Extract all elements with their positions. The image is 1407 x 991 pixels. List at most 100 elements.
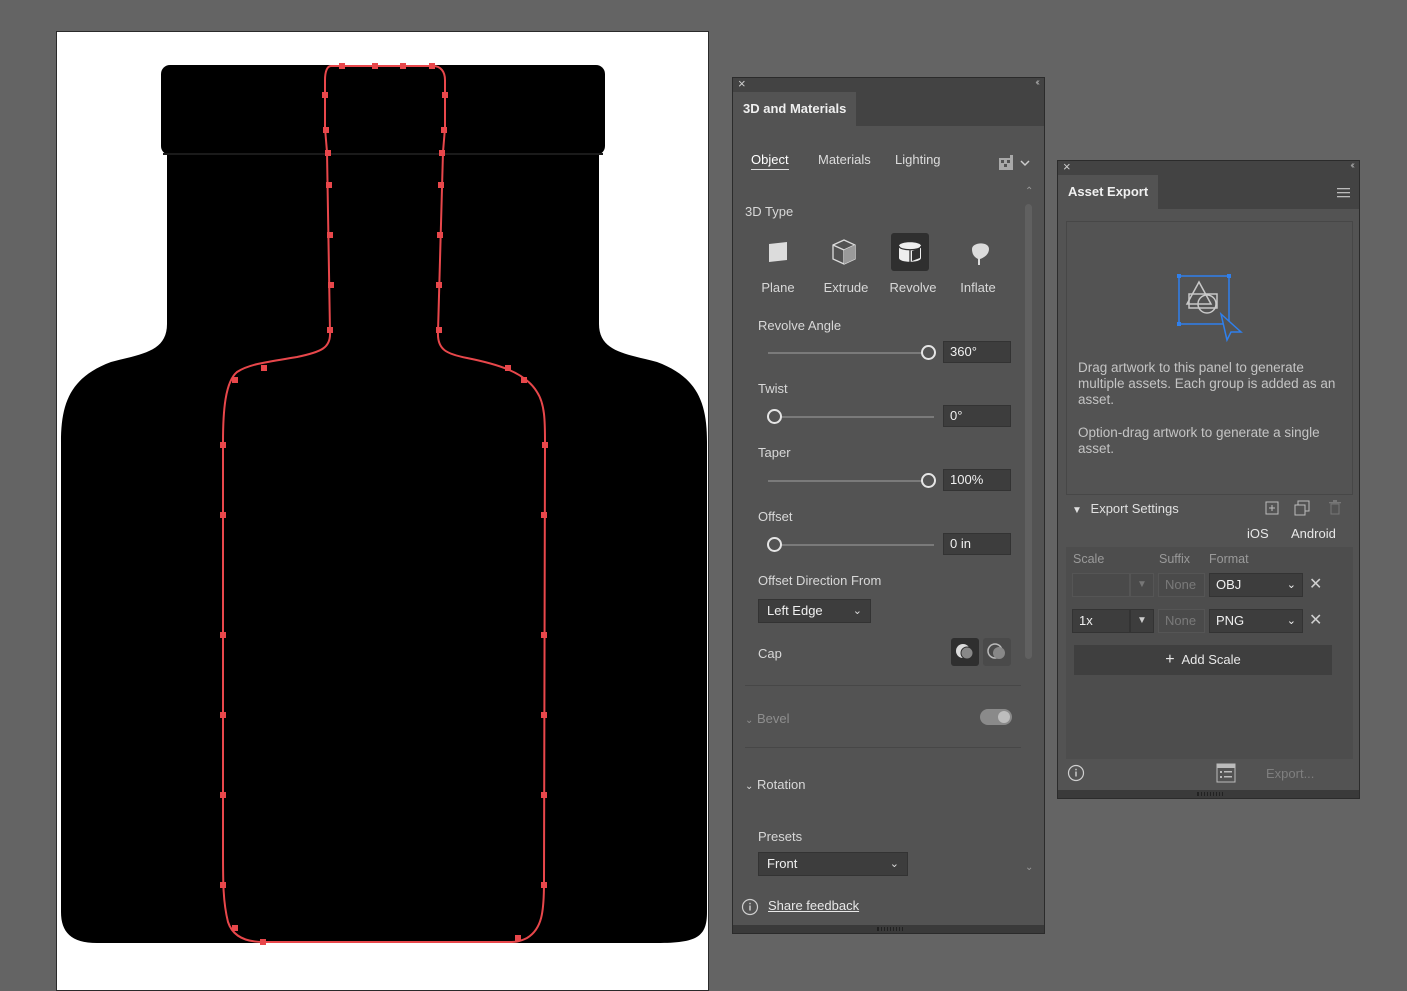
collapse-icon[interactable]: ‹‹ <box>1035 77 1039 88</box>
bevel-section[interactable]: ⌄ Bevel <box>745 711 790 726</box>
close-icon[interactable]: × <box>1063 159 1071 174</box>
plane-button[interactable] <box>759 233 797 271</box>
asset-drop-zone[interactable]: Drag artwork to this panel to generate m… <box>1066 221 1353 495</box>
plus-icon: + <box>1165 651 1175 668</box>
revolve-angle-slider[interactable] <box>768 352 928 354</box>
add-scale-label: Add Scale <box>1181 652 1241 667</box>
extrude-button[interactable] <box>825 233 863 271</box>
add-asset-icon[interactable] <box>1265 501 1279 515</box>
tab-strip: Asset Export <box>1058 175 1359 209</box>
subtab-object[interactable]: Object <box>751 152 789 170</box>
format-dropdown[interactable]: PNG ⌄ <box>1209 609 1303 633</box>
twist-label: Twist <box>758 381 788 396</box>
offset-slider[interactable] <box>768 544 934 546</box>
add-scale-button[interactable]: + Add Scale <box>1074 645 1332 675</box>
scale-dropdown[interactable]: ▼ <box>1130 573 1154 597</box>
plane-icon <box>769 242 787 262</box>
panel-header: × ‹‹ <box>733 76 1044 92</box>
menu-icon[interactable] <box>1337 187 1351 199</box>
format-dropdown[interactable]: OBJ ⌄ <box>1209 573 1303 597</box>
export-settings-header[interactable]: ▼ Export Settings <box>1072 501 1179 516</box>
chevron-down-icon: ⌄ <box>1286 615 1296 627</box>
3d-type-label: 3D Type <box>745 204 794 219</box>
offset-input[interactable]: 0 in <box>943 533 1011 555</box>
scale-input[interactable]: 1x <box>1072 609 1130 633</box>
revolve-angle-label: Revolve Angle <box>758 318 842 333</box>
suffix-input[interactable]: None <box>1158 609 1205 633</box>
rotation-section[interactable]: ⌄ Rotation <box>745 777 805 792</box>
presets-value: Front <box>767 856 798 871</box>
scale-column-header: Scale <box>1073 552 1105 566</box>
taper-slider[interactable] <box>768 480 928 482</box>
twist-slider[interactable] <box>768 416 934 418</box>
tab-strip: 3D and Materials <box>733 92 1044 126</box>
bottle-cap <box>161 65 605 155</box>
chevron-down-icon: ⌄ <box>1286 579 1296 591</box>
offset-knob[interactable] <box>767 537 782 552</box>
collapse-icon[interactable]: ‹‹ <box>1350 160 1354 171</box>
taper-input[interactable]: 100% <box>943 469 1011 491</box>
twist-input[interactable]: 0° <box>943 405 1011 427</box>
remove-scale-icon[interactable]: ✕ <box>1309 610 1322 630</box>
export-settings-icon[interactable] <box>1216 763 1236 783</box>
twist-knob[interactable] <box>767 409 782 424</box>
inflate-icon <box>972 243 989 265</box>
export-button[interactable]: Export... <box>1266 766 1314 781</box>
bevel-label: Bevel <box>757 711 790 726</box>
revolve-angle-input[interactable]: 360° <box>943 341 1011 363</box>
scale-table: Scale Suffix Format ▼ None OBJ ⌄ ✕ 1x ▼ … <box>1066 547 1353 759</box>
asset-drop-icon <box>1177 274 1243 343</box>
inflate-label: Inflate <box>960 280 996 295</box>
remove-scale-icon[interactable]: ✕ <box>1309 574 1322 594</box>
platform-ios[interactable]: iOS <box>1247 526 1269 541</box>
subtab-materials[interactable]: Materials <box>818 152 871 167</box>
cap-label: Cap <box>758 646 782 661</box>
trash-icon[interactable] <box>1329 500 1341 515</box>
3d-materials-panel: × ‹‹ 3D and Materials Object Materials L… <box>732 76 1045 934</box>
inflate-button[interactable] <box>961 233 999 271</box>
chevron-down-icon: ⌄ <box>745 781 754 792</box>
revolve-button[interactable] <box>891 233 929 271</box>
extrude-label: Extrude <box>823 280 869 295</box>
panel-scrollbar[interactable] <box>1025 204 1032 659</box>
presets-dropdown[interactable]: Front ⌄ <box>758 852 908 876</box>
subtab-lighting[interactable]: Lighting <box>895 152 941 167</box>
scale-input[interactable] <box>1072 573 1130 597</box>
offset-direction-dropdown[interactable]: Left Edge ⌄ <box>758 599 871 623</box>
tab-3d-materials[interactable]: 3D and Materials <box>733 92 857 126</box>
revolve-angle-knob[interactable] <box>921 345 936 360</box>
asset-export-panel: × ‹‹ Asset Export Drag artwork to this p… <box>1057 159 1360 799</box>
info-icon <box>741 898 759 916</box>
offset-label: Offset <box>758 509 793 524</box>
taper-knob[interactable] <box>921 473 936 488</box>
resize-grip[interactable] <box>733 925 1044 933</box>
format-column-header: Format <box>1209 552 1249 566</box>
plane-label: Plane <box>761 280 795 295</box>
divider <box>745 685 1021 686</box>
bottle-body <box>61 152 707 943</box>
drop-instructions: Drag artwork to this panel to generate m… <box>1078 360 1336 407</box>
duplicate-icon[interactable] <box>1294 500 1310 516</box>
bevel-toggle[interactable] <box>980 709 1012 725</box>
scroll-up-icon[interactable]: ⌃ <box>1025 186 1033 197</box>
triangle-down-icon: ▼ <box>1072 505 1082 516</box>
cap-off-button[interactable] <box>983 638 1011 666</box>
cap-on-button[interactable] <box>951 638 979 666</box>
resize-grip[interactable] <box>1058 790 1359 798</box>
scale-dropdown[interactable]: ▼ <box>1130 609 1154 633</box>
option-drag-instructions: Option-drag artwork to generate a single… <box>1078 425 1320 456</box>
render-settings-icon[interactable] <box>998 154 1032 172</box>
format-value: OBJ <box>1216 577 1242 592</box>
share-feedback-link[interactable]: Share feedback <box>768 898 859 913</box>
bottle-artwork[interactable] <box>57 32 710 977</box>
suffix-input[interactable]: None <box>1158 573 1205 597</box>
scroll-down-icon[interactable]: ⌄ <box>1025 862 1033 873</box>
chevron-down-icon: ⌄ <box>852 605 862 617</box>
tab-asset-export[interactable]: Asset Export <box>1058 175 1159 209</box>
presets-label: Presets <box>758 829 803 844</box>
close-icon[interactable]: × <box>738 76 746 91</box>
info-icon[interactable] <box>1067 764 1085 782</box>
artboard[interactable] <box>56 31 709 991</box>
platform-android[interactable]: Android <box>1291 526 1336 541</box>
offset-direction-label: Offset Direction From <box>758 573 882 588</box>
